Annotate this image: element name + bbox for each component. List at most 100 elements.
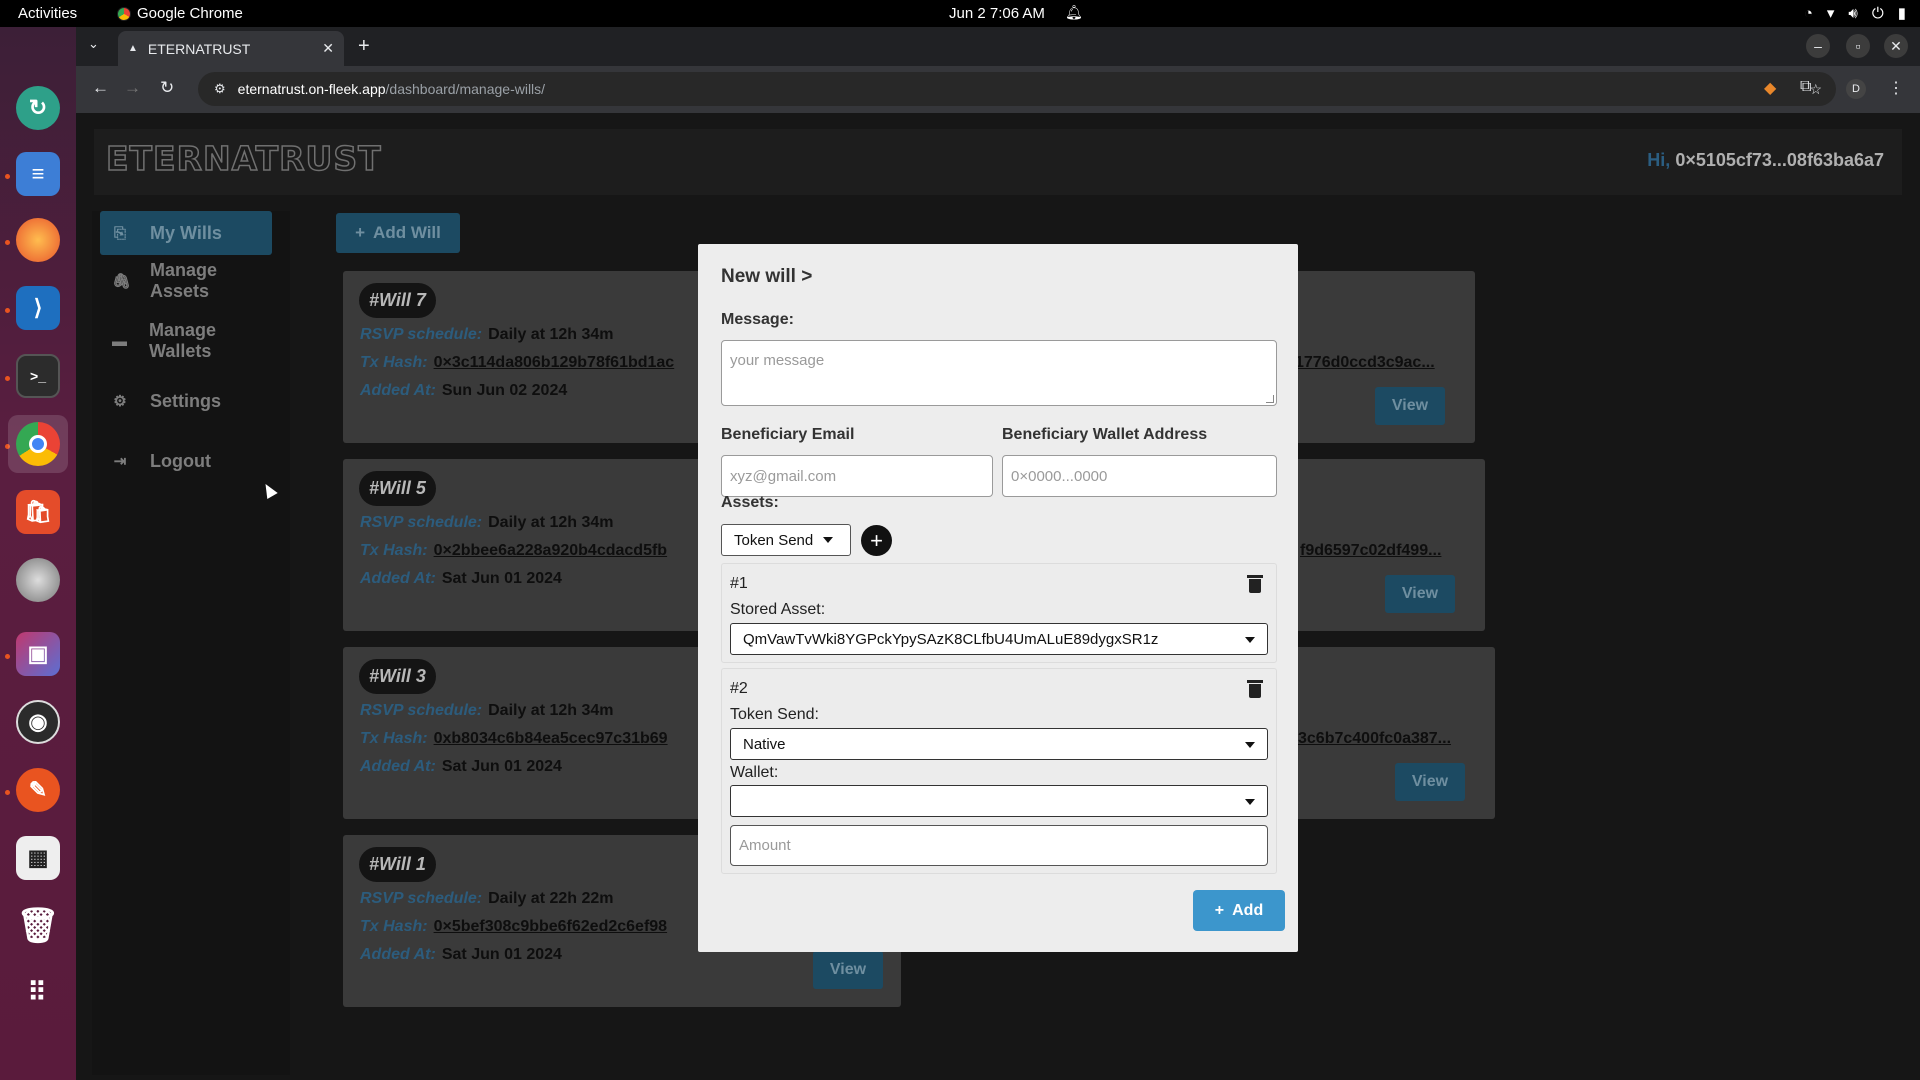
added-value: Sun Jun 02 2024 — [441, 382, 568, 399]
delete-asset-trash-icon[interactable] — [1247, 680, 1263, 698]
dock-app-vscode[interactable]: ⟩ — [8, 279, 68, 337]
tx-row: Tx Hash: 0xb8034c6b84ea5cec97c31b69 — [360, 730, 668, 748]
scroll-icon: ⎘ — [113, 224, 126, 242]
added-row: Added At: Sat Jun 01 2024 — [360, 570, 562, 588]
beneficiary-email-field[interactable]: xyz@gmail.com — [721, 455, 993, 497]
chip-icon: ▦ — [16, 836, 60, 880]
tx-hash-tail[interactable]: f9d6597c02df499... — [1300, 542, 1441, 560]
dock-app-chrome[interactable] — [8, 415, 68, 473]
firefox-icon — [16, 218, 60, 262]
volume-icon: 🔊︎ — [1848, 4, 1858, 22]
added-row: Added At: Sat Jun 01 2024 — [360, 946, 562, 964]
tx-hash-link[interactable]: 0×2bbee6a228a920b4cdacd5fb — [434, 542, 667, 559]
asset-number: #2 — [730, 680, 748, 697]
rsvp-value: Daily at 22h 22m — [488, 890, 614, 907]
wallet-select[interactable] — [730, 785, 1268, 817]
tab-search-chevron-icon[interactable]: ⌄ — [88, 36, 99, 52]
minimize-button[interactable]: – — [1806, 34, 1830, 58]
reload-icon[interactable]: ↻ — [160, 78, 174, 98]
activities-button[interactable]: Activities — [18, 5, 77, 22]
wifi-icon: ▾ — [1826, 5, 1835, 22]
show-apps-button[interactable]: ⠿ — [8, 963, 68, 1021]
dock-app-terminal[interactable]: >_ — [8, 347, 68, 405]
sidebar-item-logout[interactable]: ⇥ Logout — [100, 439, 272, 483]
dock-app-draw[interactable]: ✎ — [8, 761, 68, 819]
clock[interactable]: Jun 2 7:06 AM — [949, 5, 1045, 22]
dock-app-firefox[interactable] — [8, 211, 68, 269]
asset-type-select[interactable]: Token Send — [721, 524, 851, 556]
view-button[interactable]: View — [813, 951, 883, 989]
sidebar-item-manage-assets[interactable]: 🖇︎ Manage Assets — [100, 259, 272, 303]
tab-close-icon[interactable]: ✕ — [322, 40, 334, 57]
dock-app-software[interactable]: 🛍︎ — [8, 483, 68, 541]
forward-icon[interactable]: → — [124, 78, 141, 98]
beneficiary-email-label: Beneficiary Email — [721, 426, 855, 443]
wallet-placeholder: 0×0000...0000 — [1011, 467, 1108, 485]
dock: ↻ ≡ ⟩ >_ 🛍︎ ▣ ◉ ✎ ▦ 🗑︎ ⠿ — [0, 27, 76, 1080]
add-will-button[interactable]: + Add Will — [336, 213, 460, 253]
stored-asset-select[interactable]: QmVawTvWki8YGPckYpySAzK8CLfbU4UmALuE89dy… — [730, 623, 1268, 655]
token-send-select[interactable]: Native — [730, 728, 1268, 760]
tx-label: Tx Hash: — [360, 542, 428, 559]
tx-hash-link[interactable]: 0×5bef308c9bbe6f62ed2c6ef98 — [434, 918, 668, 935]
new-will-modal: New will > Message: your message Benefic… — [698, 244, 1298, 952]
message-label: Message: — [721, 311, 794, 328]
address-bar[interactable]: ⚙ eternatrust.on-fleek.app /dashboard/ma… — [198, 72, 1836, 106]
site-info-icon[interactable]: ⚙ — [214, 81, 226, 97]
sidebar-item-my-wills[interactable]: ⎘ My Wills — [100, 211, 272, 255]
view-button[interactable]: View — [1385, 575, 1455, 613]
profile-avatar[interactable]: D — [1846, 79, 1866, 99]
sidebar-item-manage-wallets[interactable]: ▬ Manage Wallets — [100, 319, 272, 363]
add-will-submit-button[interactable]: + Add — [1193, 890, 1285, 931]
tx-hash-link[interactable]: 0×3c114da806b129b78f61bd1ac — [434, 354, 675, 371]
sidebar-item-label: Manage Assets — [150, 260, 218, 301]
chrome-icon — [117, 6, 131, 21]
dock-trash[interactable]: 🗑︎ — [8, 897, 68, 955]
amount-field[interactable]: Amount — [730, 825, 1268, 866]
dock-app-editor[interactable]: ≡ — [8, 145, 68, 203]
extensions-icon[interactable]: ⧉ — [1800, 78, 1811, 96]
view-button[interactable]: View — [1375, 387, 1445, 425]
stored-asset-label: Stored Asset: — [730, 601, 826, 618]
tx-row: Tx Hash: 0×5bef308c9bbe6f62ed2c6ef98 — [360, 918, 667, 936]
account-greeting[interactable]: Hi, 0×5105cf73...08f63ba6a7 — [1647, 150, 1884, 171]
app-menu[interactable]: Google Chrome — [117, 5, 243, 22]
dock-app-updater[interactable]: ↻ — [8, 79, 68, 137]
tx-hash-tail[interactable]: 1776d0ccd3c9ac... — [1295, 354, 1435, 372]
dock-app-obs[interactable]: ◉ — [8, 693, 68, 751]
close-window-button[interactable]: ✕ — [1884, 34, 1908, 58]
site-logo[interactable]: ETERNATRUST — [105, 138, 382, 179]
token-send-value: Native — [743, 735, 786, 753]
resize-handle-icon[interactable] — [1266, 395, 1274, 403]
updater-icon: ↻ — [16, 86, 60, 130]
rsvp-label: RSVP schedule: — [360, 326, 483, 343]
sidebar-item-settings[interactable]: ⚙ Settings — [100, 379, 272, 423]
metamask-extension-icon[interactable]: ◆ — [1764, 78, 1776, 98]
message-textarea[interactable]: your message — [721, 340, 1277, 406]
add-asset-button[interactable]: + — [861, 525, 892, 556]
plus-icon: + — [870, 527, 883, 553]
dock-app-chip[interactable]: ▦ — [8, 829, 68, 887]
browser-tab[interactable]: ▲ ETERNATRUST ✕ — [118, 31, 344, 66]
browser-menu-icon[interactable]: ⋮ — [1888, 78, 1904, 98]
back-icon[interactable]: ← — [92, 78, 109, 98]
message-placeholder: your message — [730, 352, 825, 369]
sidebar: ⎘ My Wills 🖇︎ Manage Assets ▬ Manage Wal… — [92, 211, 290, 1075]
added-label: Added At: — [360, 570, 436, 587]
tx-hash-link[interactable]: 0xb8034c6b84ea5cec97c31b69 — [434, 730, 668, 747]
new-tab-button[interactable]: + — [358, 35, 370, 58]
dock-app-disk[interactable] — [8, 551, 68, 609]
view-button[interactable]: View — [1395, 763, 1465, 801]
added-row: Added At: Sat Jun 01 2024 — [360, 758, 562, 776]
dock-app-screen[interactable]: ▣ — [8, 625, 68, 683]
system-tray[interactable]: ◔ ▾ 🔊︎ ⏻ ▮ — [1804, 4, 1906, 23]
chevron-down-icon — [1245, 637, 1255, 643]
trash-icon: 🗑︎ — [16, 907, 60, 945]
delete-asset-trash-icon[interactable] — [1247, 575, 1263, 593]
rsvp-label: RSVP schedule: — [360, 890, 483, 907]
url-path: /dashboard/manage-wills/ — [385, 81, 546, 97]
stored-asset-value: QmVawTvWki8YGPckYpySAzK8CLfbU4UmALuE89dy… — [743, 630, 1159, 648]
tx-hash-tail[interactable]: 3c6b7c400fc0a387... — [1298, 730, 1451, 748]
beneficiary-wallet-field[interactable]: 0×0000...0000 — [1002, 455, 1277, 497]
maximize-button[interactable]: ▫ — [1846, 34, 1870, 58]
